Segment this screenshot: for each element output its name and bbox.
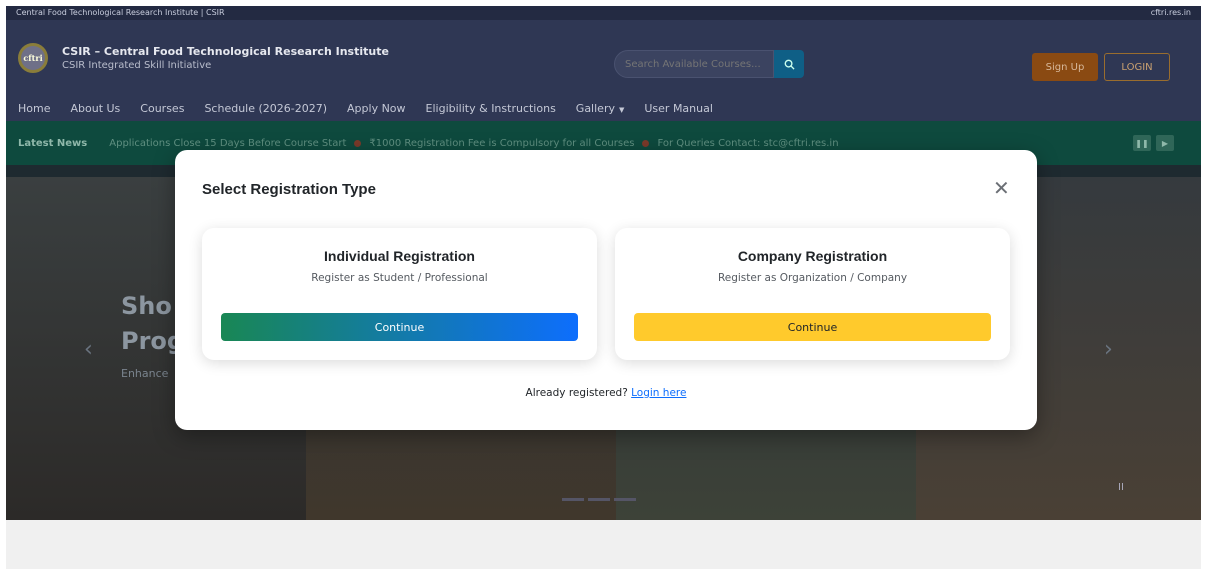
already-registered-text: Already registered? xyxy=(525,387,628,399)
company-card-subtitle: Register as Organization / Company xyxy=(717,272,908,284)
individual-continue-button[interactable]: Continue xyxy=(221,313,578,341)
modal-overlay: Select Registration Type ✕ Individual Re… xyxy=(0,0,1207,575)
company-continue-button[interactable]: Continue xyxy=(634,313,991,341)
already-registered-line: Already registered? Login here xyxy=(175,387,1037,399)
individual-card-title: Individual Registration xyxy=(324,248,475,264)
registration-type-modal: Select Registration Type ✕ Individual Re… xyxy=(175,150,1037,430)
individual-registration-card: Individual Registration Register as Stud… xyxy=(202,228,597,360)
login-here-link[interactable]: Login here xyxy=(631,387,686,399)
modal-title: Select Registration Type xyxy=(202,181,376,198)
company-card-title: Company Registration xyxy=(737,248,888,264)
individual-card-subtitle: Register as Student / Professional xyxy=(311,272,488,284)
company-registration-card: Company Registration Register as Organiz… xyxy=(615,228,1010,360)
close-icon[interactable]: ✕ xyxy=(993,178,1010,198)
